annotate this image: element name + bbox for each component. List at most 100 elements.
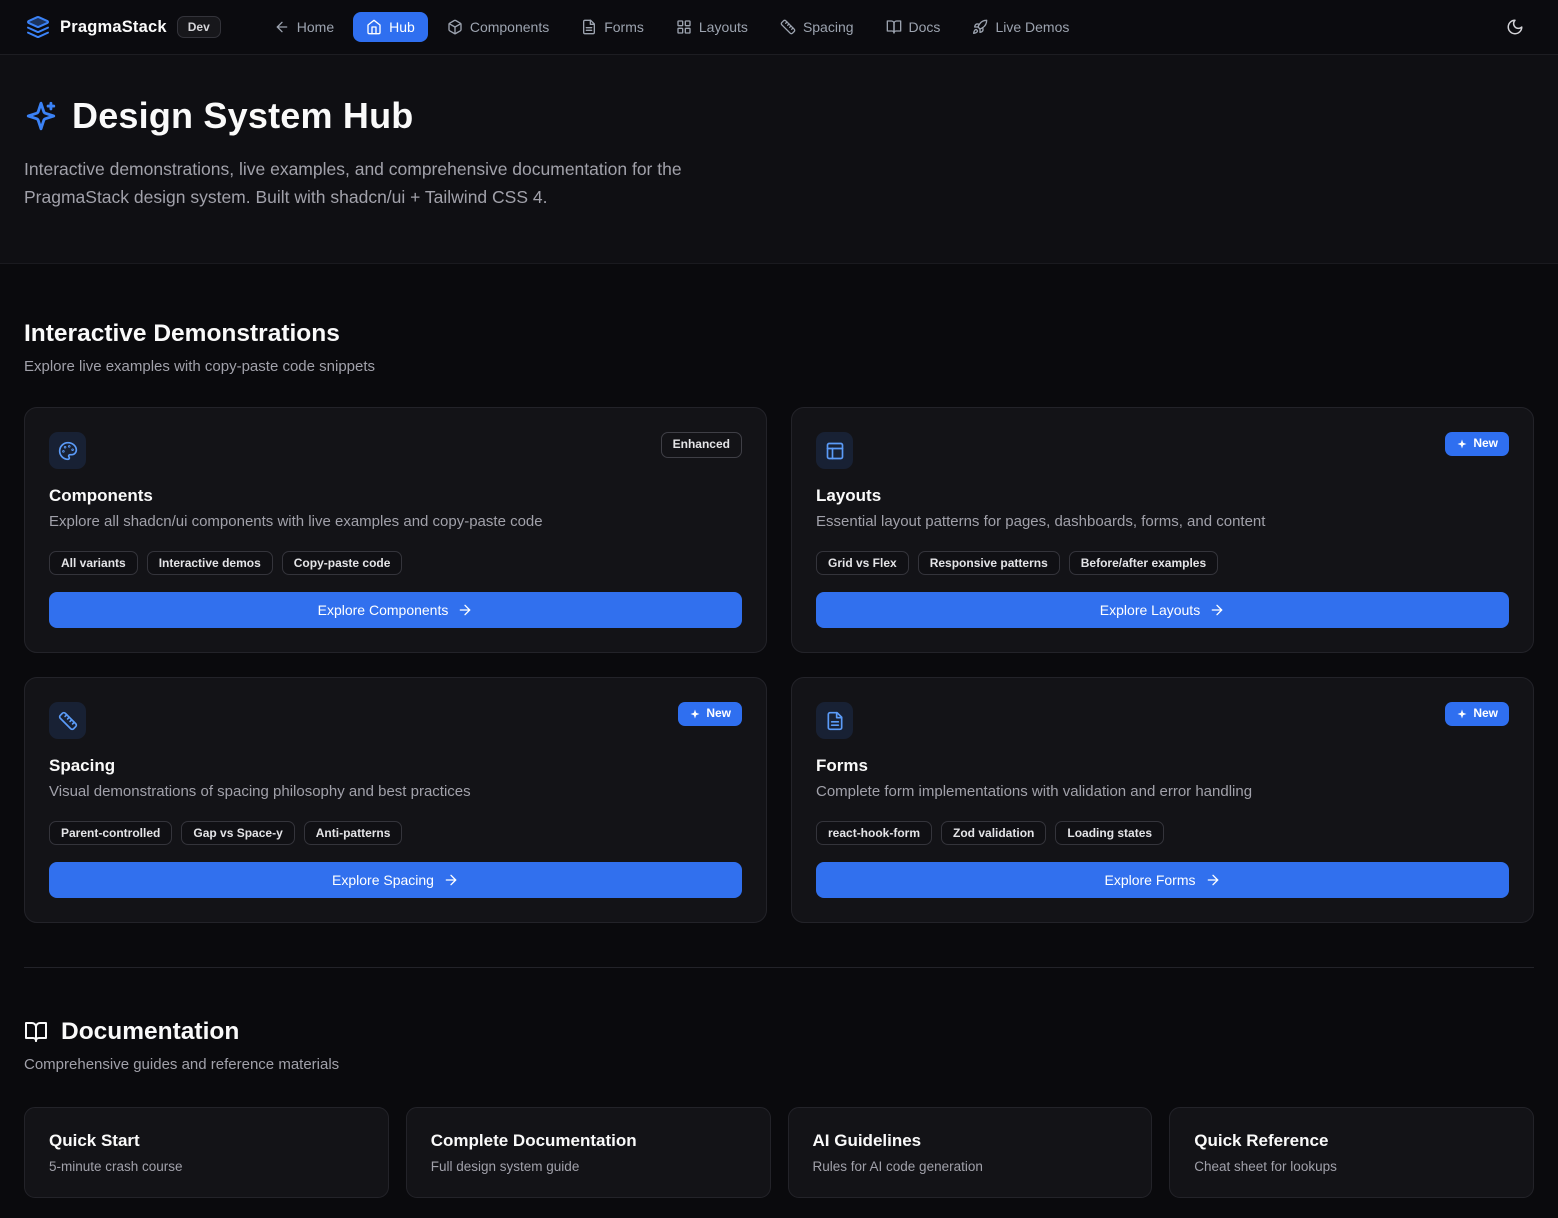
sparkle-icon xyxy=(1456,438,1468,450)
demo-card-spacing: New Spacing Visual demonstrations of spa… xyxy=(24,677,767,923)
card-description: Visual demonstrations of spacing philoso… xyxy=(49,783,742,800)
brand[interactable]: PragmaStack Dev xyxy=(26,15,221,39)
doc-card-quick-reference[interactable]: Quick Reference Cheat sheet for lookups xyxy=(1169,1107,1534,1198)
demo-card-forms: New Forms Complete form implementations … xyxy=(791,677,1534,923)
arrow-right-icon xyxy=(457,602,473,618)
tag: All variants xyxy=(49,551,138,575)
nav-label: Home xyxy=(297,19,334,35)
layout-grid-icon xyxy=(676,19,692,35)
tag: Interactive demos xyxy=(147,551,273,575)
nav-item-forms[interactable]: Forms xyxy=(568,12,657,42)
sparkle-icon xyxy=(689,708,701,720)
home-icon xyxy=(366,19,382,35)
tag: Before/after examples xyxy=(1069,551,1218,575)
nav-label: Live Demos xyxy=(995,19,1069,35)
nav-item-hub[interactable]: Hub xyxy=(353,12,428,42)
hero-section: Design System Hub Interactive demonstrat… xyxy=(0,55,1558,264)
arrow-right-icon xyxy=(1205,872,1221,888)
nav-item-spacing[interactable]: Spacing xyxy=(767,12,867,42)
doc-card-quick-start[interactable]: Quick Start 5-minute crash course xyxy=(24,1107,389,1198)
explore-components-button[interactable]: Explore Components xyxy=(49,592,742,628)
nav-label: Docs xyxy=(909,19,941,35)
layout-panel-icon xyxy=(816,432,853,469)
card-title: Spacing xyxy=(49,756,742,776)
badge-label: New xyxy=(1473,706,1498,722)
ruler-icon xyxy=(49,702,86,739)
tag: Zod validation xyxy=(941,821,1046,845)
badge-label: New xyxy=(706,706,731,722)
nav-label: Spacing xyxy=(803,19,854,35)
book-open-icon xyxy=(886,19,902,35)
doc-card-subtitle: Cheat sheet for lookups xyxy=(1194,1159,1509,1174)
file-text-icon xyxy=(581,19,597,35)
nav-item-docs[interactable]: Docs xyxy=(873,12,954,42)
doc-card-subtitle: 5-minute crash course xyxy=(49,1159,364,1174)
tag-list: react-hook-form Zod validation Loading s… xyxy=(816,821,1509,845)
demo-card-layouts: New Layouts Essential layout patterns fo… xyxy=(791,407,1534,653)
card-description: Explore all shadcn/ui components with li… xyxy=(49,513,742,530)
tag: Anti-patterns xyxy=(304,821,403,845)
env-badge: Dev xyxy=(177,16,221,38)
section-divider xyxy=(24,967,1534,968)
doc-card-subtitle: Full design system guide xyxy=(431,1159,746,1174)
demos-section-header: Interactive Demonstrations Explore live … xyxy=(24,320,1534,375)
nav-label: Forms xyxy=(604,19,644,35)
explore-forms-button[interactable]: Explore Forms xyxy=(816,862,1509,898)
docs-title: Documentation xyxy=(61,1018,239,1046)
nav-item-live-demos[interactable]: Live Demos xyxy=(959,12,1082,42)
nav-label: Hub xyxy=(389,19,415,35)
doc-card-complete-documentation[interactable]: Complete Documentation Full design syste… xyxy=(406,1107,771,1198)
nav-item-components[interactable]: Components xyxy=(434,12,562,42)
arrow-right-icon xyxy=(443,872,459,888)
new-badge: New xyxy=(1445,702,1509,726)
demo-card-components: Enhanced Components Explore all shadcn/u… xyxy=(24,407,767,653)
docs-card-grid: Quick Start 5-minute crash course Comple… xyxy=(24,1107,1534,1198)
doc-card-subtitle: Rules for AI code generation xyxy=(813,1159,1128,1174)
button-label: Explore Forms xyxy=(1104,872,1195,888)
nav-item-home[interactable]: Home xyxy=(261,12,347,42)
new-badge: New xyxy=(678,702,742,726)
tag: react-hook-form xyxy=(816,821,932,845)
demos-title: Interactive Demonstrations xyxy=(24,320,1534,348)
file-text-icon xyxy=(816,702,853,739)
box-icon xyxy=(447,19,463,35)
arrow-right-icon xyxy=(1209,602,1225,618)
main-content: Interactive Demonstrations Explore live … xyxy=(0,320,1558,1218)
docs-section-header: Documentation xyxy=(24,1018,1534,1046)
logo-layers-icon xyxy=(26,15,50,39)
tag: Responsive patterns xyxy=(918,551,1060,575)
top-nav: PragmaStack Dev Home Hub Components Form… xyxy=(0,0,1558,55)
palette-icon xyxy=(49,432,86,469)
rocket-icon xyxy=(972,19,988,35)
tag-list: Parent-controlled Gap vs Space-y Anti-pa… xyxy=(49,821,742,845)
tag: Grid vs Flex xyxy=(816,551,909,575)
tag-list: All variants Interactive demos Copy-past… xyxy=(49,551,742,575)
doc-card-title: Quick Reference xyxy=(1194,1131,1509,1151)
hero-description: Interactive demonstrations, live example… xyxy=(24,155,769,211)
card-description: Complete form implementations with valid… xyxy=(816,783,1509,800)
button-label: Explore Spacing xyxy=(332,872,434,888)
doc-card-title: Complete Documentation xyxy=(431,1131,746,1151)
sparkles-icon xyxy=(24,99,58,133)
button-label: Explore Layouts xyxy=(1100,602,1200,618)
arrow-left-icon xyxy=(274,19,290,35)
doc-card-ai-guidelines[interactable]: AI Guidelines Rules for AI code generati… xyxy=(788,1107,1153,1198)
nav-item-layouts[interactable]: Layouts xyxy=(663,12,761,42)
tag: Loading states xyxy=(1055,821,1164,845)
card-title: Forms xyxy=(816,756,1509,776)
card-description: Essential layout patterns for pages, das… xyxy=(816,513,1509,530)
badge-label: New xyxy=(1473,436,1498,452)
brand-name: PragmaStack xyxy=(60,18,167,37)
card-title: Layouts xyxy=(816,486,1509,506)
book-open-icon xyxy=(24,1020,48,1044)
explore-layouts-button[interactable]: Explore Layouts xyxy=(816,592,1509,628)
tag: Copy-paste code xyxy=(282,551,403,575)
moon-icon xyxy=(1506,18,1524,36)
sparkle-icon xyxy=(1456,708,1468,720)
theme-toggle-button[interactable] xyxy=(1498,10,1532,44)
new-badge: New xyxy=(1445,432,1509,456)
explore-spacing-button[interactable]: Explore Spacing xyxy=(49,862,742,898)
page-title: Design System Hub xyxy=(72,95,413,137)
docs-subtitle: Comprehensive guides and reference mater… xyxy=(24,1056,1534,1073)
doc-card-title: AI Guidelines xyxy=(813,1131,1128,1151)
